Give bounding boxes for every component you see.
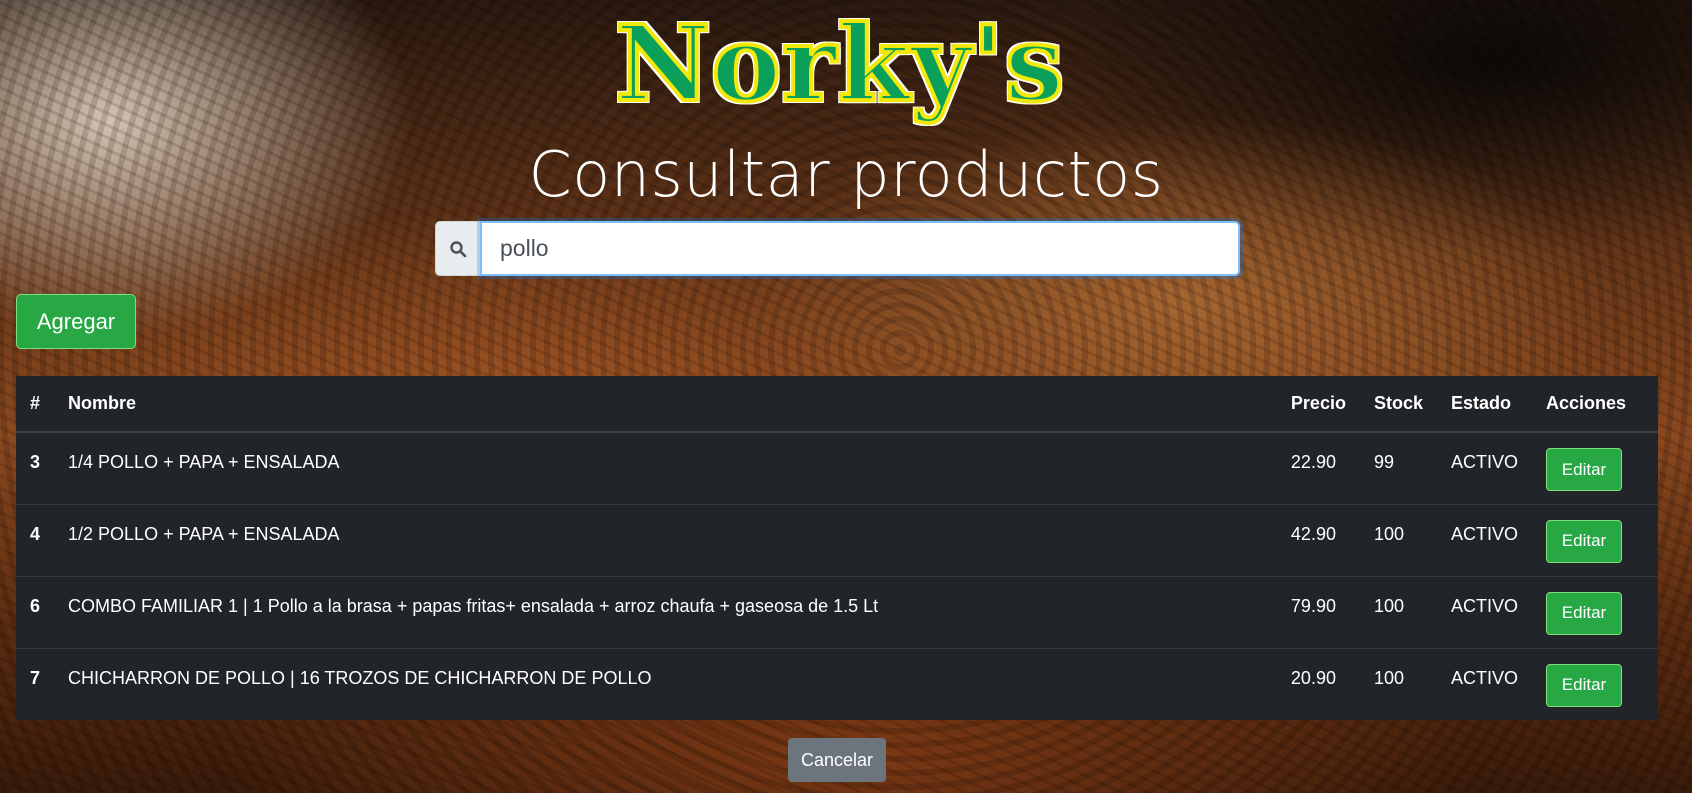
search-icon (435, 221, 480, 276)
row-acciones: Editar (1532, 575, 1658, 648)
products-table: # Nombre Precio Stock Estado Acciones 3 … (16, 376, 1658, 720)
row-stock: 100 (1359, 503, 1437, 576)
add-button[interactable]: Agregar (16, 294, 136, 349)
edit-button[interactable]: Editar (1546, 591, 1622, 635)
search-input[interactable] (480, 221, 1240, 276)
row-stock: 99 (1359, 431, 1437, 504)
row-nombre: 1/2 POLLO + PAPA + ENSALADA (54, 503, 1277, 576)
row-precio: 42.90 (1276, 503, 1360, 576)
row-nombre: CHICHARRON DE POLLO | 16 TROZOS DE CHICH… (54, 647, 1277, 720)
row-nombre: COMBO FAMILIAR 1 | 1 Pollo a la brasa + … (54, 575, 1277, 648)
row-id: 3 (16, 431, 55, 504)
row-stock: 100 (1359, 647, 1437, 720)
cancel-button[interactable]: Cancelar (788, 738, 886, 782)
row-nombre: 1/4 POLLO + PAPA + ENSALADA (54, 431, 1277, 504)
column-header-stock: Stock (1359, 376, 1437, 433)
row-acciones: Editar (1532, 647, 1658, 720)
row-acciones: Editar (1532, 503, 1658, 576)
column-header-nombre: Nombre (54, 376, 1277, 433)
row-stock: 100 (1359, 575, 1437, 648)
table-row: 6 COMBO FAMILIAR 1 | 1 Pollo a la brasa … (16, 575, 1658, 648)
column-header-id: # (16, 376, 55, 433)
column-header-estado: Estado (1436, 376, 1532, 433)
table-header-row: # Nombre Precio Stock Estado Acciones (16, 376, 1658, 433)
page: Norky's Consultar productos Agregar # No… (0, 0, 1692, 793)
row-estado: ACTIVO (1436, 503, 1532, 576)
table-row: 3 1/4 POLLO + PAPA + ENSALADA 22.90 99 A… (16, 431, 1658, 504)
column-header-acciones: Acciones (1532, 376, 1658, 433)
row-id: 4 (16, 503, 55, 576)
table-row: 7 CHICHARRON DE POLLO | 16 TROZOS DE CHI… (16, 647, 1658, 720)
page-title: Consultar productos (528, 138, 1164, 211)
brand-logo: Norky's (580, 0, 1100, 134)
logo-text: Norky's (613, 2, 1065, 125)
table-row: 4 1/2 POLLO + PAPA + ENSALADA 42.90 100 … (16, 503, 1658, 576)
search-bar (435, 221, 1240, 276)
column-header-precio: Precio (1276, 376, 1360, 433)
row-id: 7 (16, 647, 55, 720)
row-estado: ACTIVO (1436, 431, 1532, 504)
row-precio: 20.90 (1276, 647, 1360, 720)
row-acciones: Editar (1532, 431, 1658, 504)
row-estado: ACTIVO (1436, 575, 1532, 648)
row-estado: ACTIVO (1436, 647, 1532, 720)
edit-button[interactable]: Editar (1546, 448, 1622, 491)
edit-button[interactable]: Editar (1546, 663, 1622, 707)
row-precio: 79.90 (1276, 575, 1360, 648)
edit-button[interactable]: Editar (1546, 519, 1622, 563)
row-precio: 22.90 (1276, 431, 1360, 504)
row-id: 6 (16, 575, 55, 648)
